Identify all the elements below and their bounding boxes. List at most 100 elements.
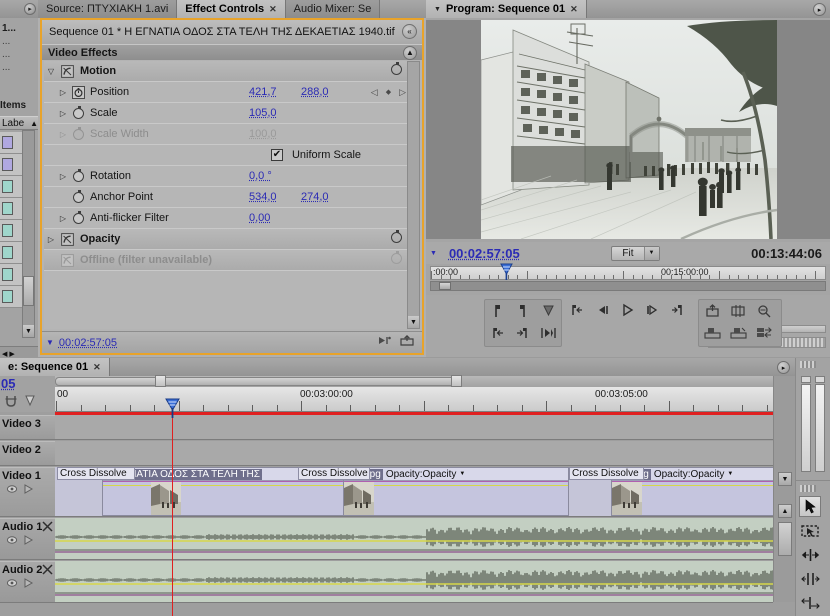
tab-program-sequence-01[interactable]: ▼ Program: Sequence 01 ✕ <box>426 0 587 18</box>
track-header-audio-2[interactable]: Audio 2 <box>0 561 55 603</box>
go-to-out-icon[interactable] <box>510 322 535 344</box>
scroll-down-icon[interactable]: ▼ <box>23 325 34 337</box>
toggle-animation-stopwatch-icon[interactable] <box>70 168 86 183</box>
zoom-level-select[interactable]: Fit ▼ <box>611 245 660 261</box>
toggle-effect-icon[interactable] <box>58 253 76 267</box>
chevron-down-icon[interactable]: ▼ <box>459 471 465 477</box>
previous-keyframe-icon[interactable]: ◁ <box>371 87 378 98</box>
chevron-right-icon[interactable]: ▷ <box>56 172 70 181</box>
toggle-keyframes-icon[interactable] <box>23 483 35 498</box>
view-zone-left-handle[interactable] <box>155 375 166 387</box>
frame-forward-icon[interactable] <box>641 299 663 321</box>
export-frame-icon[interactable] <box>400 334 414 350</box>
chevron-right-icon[interactable]: ▷ <box>56 130 70 139</box>
toggle-animation-stopwatch-icon[interactable] <box>391 230 405 246</box>
label-color-chip[interactable] <box>2 158 13 171</box>
transition-clip[interactable]: Cross Dissolve <box>57 467 135 480</box>
panel-grip-icon[interactable] <box>800 485 816 492</box>
export-frame-icon[interactable] <box>699 300 725 322</box>
track-content-video-1[interactable]: Cross Dissolve Η ΕΓΝΑΤΙΑ ΟΔΟΣ ΣΤΑ ΤΕΛΗ ΤΗ… <box>55 467 773 517</box>
label-color-chip[interactable] <box>2 136 13 149</box>
opacity-rubberband[interactable] <box>344 485 568 486</box>
toggle-animation-stopwatch-icon[interactable] <box>70 105 86 120</box>
timeline-playhead[interactable] <box>165 398 180 418</box>
opacity-rubberband[interactable] <box>103 485 366 486</box>
multi-camera-icon[interactable] <box>751 322 777 344</box>
effect-row-motion[interactable]: ▽ Motion <box>44 61 412 82</box>
panel-menu-icon[interactable]: ▸ <box>813 3 826 16</box>
track-content-audio-1[interactable] <box>55 518 773 560</box>
sort-ascending-icon[interactable]: ▲ <box>30 119 38 128</box>
label-color-chip[interactable] <box>2 224 13 237</box>
toggle-effect-icon[interactable] <box>58 232 76 246</box>
safe-margins-icon[interactable] <box>751 300 777 322</box>
scroll-right-icon[interactable]: ▶ <box>9 350 14 358</box>
toggle-keyframes-icon[interactable] <box>23 534 35 549</box>
tab-effect-controls[interactable]: Effect Controls ✕ <box>177 0 286 18</box>
rolling-edit-tool[interactable] <box>799 568 821 589</box>
clip-effect-label[interactable]: Opacity:Opacity <box>654 469 725 480</box>
video-effects-section-header[interactable]: Video Effects ▲ <box>42 44 422 60</box>
step-forward-icon[interactable] <box>666 299 688 321</box>
tab-timeline-sequence-01[interactable]: e: Sequence 01 ✕ <box>0 358 110 376</box>
program-monitor-ruler[interactable]: :00:00 00:15:00:00 <box>430 266 826 280</box>
track-content-video-3[interactable] <box>55 415 773 440</box>
scroll-left-icon[interactable]: ◀ <box>2 350 7 358</box>
tab-source-1-avi[interactable]: Source: ΠΤΥΧΙΑΚΗ 1.avi <box>38 0 178 18</box>
effect-row-anchor-point[interactable]: Anchor Point 534,0 274,0 <box>44 187 412 208</box>
view-zone[interactable] <box>55 377 457 386</box>
panel-grip-icon[interactable] <box>800 361 816 368</box>
toggle-animation-stopwatch-icon[interactable] <box>391 62 405 78</box>
project-column-header[interactable]: Labe ▲ <box>0 116 38 130</box>
effect-property-value[interactable]: 0,00 <box>249 212 270 224</box>
toggle-track-output-icon[interactable] <box>6 483 18 498</box>
chevron-down-icon[interactable]: ▼ <box>434 6 441 13</box>
toggle-animation-stopwatch-icon[interactable] <box>391 251 405 267</box>
effect-controls-scrollbar[interactable]: ▼ <box>407 61 420 329</box>
timeline-ruler[interactable]: 00 00:03:00:00 00:03:05:00 <box>55 387 773 412</box>
track-header-video-1[interactable]: Video 1 <box>0 467 55 517</box>
scroll-down-icon[interactable]: ▼ <box>408 316 419 328</box>
effect-row-uniform-scale[interactable]: ✔ Uniform Scale <box>44 145 412 166</box>
frame-back-icon[interactable] <box>591 299 613 321</box>
scroll-up-icon[interactable]: ▲ <box>778 504 792 518</box>
collapse-track-icon[interactable] <box>42 564 53 577</box>
track-header-video-3[interactable]: Video 3 <box>0 415 55 440</box>
effect-row-position[interactable]: ▷ Position 421,7 288,0 ◁ ◆ ▷ <box>44 82 412 103</box>
effect-property-value[interactable]: 534,0 <box>249 191 277 203</box>
ripple-edit-tool[interactable] <box>799 544 821 565</box>
uniform-scale-checkbox[interactable]: ✔ <box>270 149 283 161</box>
add-keyframe-icon[interactable]: ◆ <box>386 88 391 96</box>
timeline-view-zoom-bar[interactable] <box>55 375 773 387</box>
effect-row-scale-width[interactable]: ▷ Scale Width 100,0 <box>44 124 412 145</box>
audio-clip[interactable] <box>55 561 773 602</box>
effect-property-value[interactable]: 274,0 <box>301 191 329 203</box>
track-header-audio-1[interactable]: Audio 1 <box>0 518 55 560</box>
chevron-right-icon[interactable]: ▷ <box>56 109 70 118</box>
extract-icon[interactable] <box>725 322 751 344</box>
audio-clip[interactable] <box>55 518 773 559</box>
program-monitor-playbar[interactable] <box>430 281 826 291</box>
label-color-chip[interactable] <box>2 268 13 281</box>
scrollbar-thumb[interactable] <box>778 522 792 556</box>
tab-audio-mixer-se[interactable]: Audio Mixer: Se <box>285 0 381 18</box>
play-icon[interactable] <box>616 299 638 321</box>
step-back-icon[interactable] <box>566 299 588 321</box>
chevron-right-icon[interactable]: ▷ <box>56 214 70 223</box>
trim-icon[interactable] <box>725 300 751 322</box>
transition-clip[interactable]: Cross Dissolve <box>298 467 370 480</box>
track-content-audio-2[interactable] <box>55 561 773 603</box>
track-content-video-2[interactable] <box>55 441 773 466</box>
effect-row-offline-filter-unavailable[interactable]: Offline (filter unavailable) <box>44 250 412 271</box>
effect-property-value[interactable]: 288,0 <box>301 86 329 98</box>
rate-stretch-tool[interactable] <box>799 592 821 613</box>
scroll-down-icon[interactable]: ▼ <box>778 472 792 486</box>
program-monitor-video[interactable] <box>481 20 777 239</box>
clip-effect-label[interactable]: Opacity:Opacity <box>386 469 457 480</box>
view-zone-right-handle[interactable] <box>451 375 462 387</box>
toggle-animation-stopwatch-icon[interactable] <box>70 85 86 99</box>
effect-row-anti-flicker-filter[interactable]: ▷ Anti-flicker Filter 0,00 <box>44 208 412 229</box>
close-icon[interactable]: ✕ <box>570 4 578 15</box>
toggle-track-output-icon[interactable] <box>6 534 18 549</box>
effect-row-rotation[interactable]: ▷ Rotation 0,0 ° <box>44 166 412 187</box>
